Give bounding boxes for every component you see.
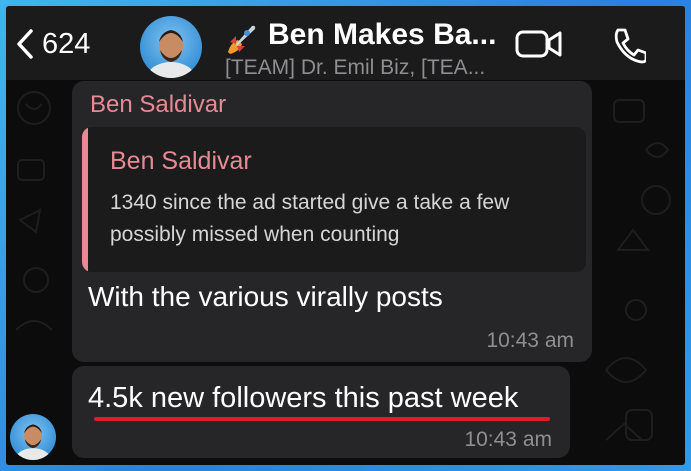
message-bubble[interactable]: Ben Saldivar Ben Saldivar 1340 since the… — [72, 81, 592, 362]
quote-accent-bar — [82, 127, 88, 272]
video-camera-icon[interactable] — [514, 28, 564, 65]
chat-window: 624 Ben Makes Ba... [TEAM] Dr. Emil Biz,… — [6, 6, 685, 465]
chat-title[interactable]: Ben Makes Ba... — [268, 18, 496, 52]
chat-header: 624 Ben Makes Ba... [TEAM] Dr. Emil Biz,… — [6, 6, 685, 80]
rocket-icon — [222, 20, 260, 58]
unread-count: 624 — [42, 27, 91, 60]
back-button[interactable]: 624 — [16, 24, 90, 64]
message-timestamp: 10:43 am — [486, 329, 574, 352]
sender-name[interactable]: Ben Saldivar — [90, 91, 226, 119]
quoted-text: 1340 since the ad started give a take a … — [110, 191, 510, 246]
message-timestamp: 10:43 am — [464, 428, 552, 451]
message-text: With the various virally posts — [88, 281, 443, 312]
sender-avatar[interactable] — [10, 414, 56, 460]
message-text: 4.5k new followers this past week — [88, 382, 519, 414]
phone-icon[interactable] — [610, 26, 648, 69]
message-bubble[interactable]: 4.5k new followers this past week 10:43 … — [72, 366, 570, 458]
quoted-sender-name: Ben Saldivar — [110, 147, 252, 175]
quoted-reply[interactable]: Ben Saldivar 1340 since the ad started g… — [82, 127, 586, 272]
group-avatar[interactable] — [140, 16, 202, 78]
chat-members[interactable]: [TEAM] Dr. Emil Biz, [TEA... — [225, 56, 485, 80]
chevron-left-icon — [16, 28, 34, 60]
red-underline-annotation — [94, 417, 550, 421]
